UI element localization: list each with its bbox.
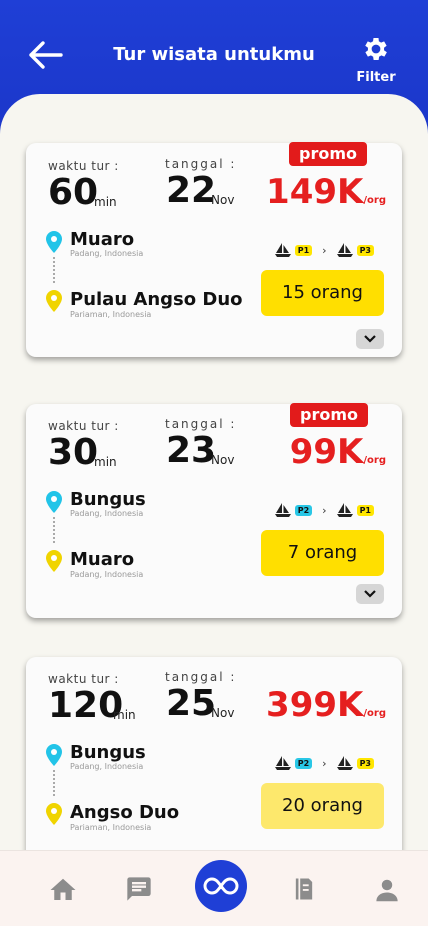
duration-unit: min (94, 195, 117, 209)
loop-icon (203, 877, 239, 895)
expand-button[interactable] (356, 329, 384, 349)
boat-route: P2 › P3 (274, 755, 374, 771)
boat-route: P2 › P1 (274, 502, 374, 518)
route-dots (53, 257, 55, 283)
date-label: tanggal : (165, 157, 237, 171)
pax-button[interactable]: 15 orang (261, 270, 384, 316)
gear-icon (365, 38, 387, 60)
duration-label: waktu tur : (48, 672, 119, 686)
route-badge: P1 (356, 504, 374, 516)
pax-button[interactable]: 20 orang (261, 783, 384, 829)
duration-label: waktu tur : (48, 419, 119, 433)
location-pin-icon (46, 491, 62, 513)
price: 399K/org (266, 688, 386, 722)
route-badge: P1 (294, 244, 313, 256)
boat-icon (336, 503, 353, 517)
date-label: tanggal : (165, 670, 237, 684)
route-dots (53, 517, 55, 543)
location-pin-icon (46, 231, 62, 253)
destination-name: Angso Duo (70, 802, 180, 823)
tour-card[interactable]: waktu tur : tanggal : 60 min 22 Nov prom… (26, 142, 402, 357)
chat-icon (127, 877, 151, 901)
chevron-down-icon (364, 335, 376, 343)
filter-button[interactable]: Filter (346, 34, 406, 85)
destination-region: Padang, Indonesia (70, 570, 144, 579)
location-pin-icon (46, 803, 62, 825)
duration-unit: min (94, 455, 117, 469)
boat-icon (336, 243, 353, 257)
origin-region: Padang, Indonesia (70, 509, 144, 518)
promo-badge: promo (289, 142, 367, 166)
location-pin-icon (46, 550, 62, 572)
chevron-right-icon: › (322, 503, 327, 517)
duration-value: 60 (48, 172, 99, 213)
filter-label: Filter (356, 70, 396, 85)
price-unit: /org (363, 195, 386, 206)
price-unit: /org (363, 708, 386, 719)
boat-route: P1 › P3 (274, 242, 374, 258)
boat-icon (274, 756, 291, 770)
duration-label: waktu tur : (48, 159, 119, 173)
nav-center-button[interactable] (195, 860, 247, 912)
nav-chat[interactable] (125, 875, 155, 905)
date-label: tanggal : (165, 417, 237, 431)
tour-card[interactable]: waktu tur : tanggal : 30 min 23 Nov prom… (26, 403, 402, 618)
date-day: 23 (166, 430, 217, 471)
duration-value: 30 (48, 432, 99, 473)
destination-region: Pariaman, Indonesia (70, 823, 152, 832)
location-pin-icon (46, 290, 62, 312)
boat-icon (274, 243, 291, 257)
chevron-right-icon: › (322, 243, 327, 257)
route-dots (53, 770, 55, 796)
price-unit: /org (363, 455, 386, 466)
date-month: Nov (211, 706, 235, 720)
route-badge: P3 (356, 757, 374, 769)
pax-button[interactable]: 7 orang (261, 530, 384, 576)
duration-unit: min (113, 708, 136, 722)
route-badge: P2 (294, 757, 313, 769)
ticket-icon (295, 878, 313, 900)
origin-region: Padang, Indonesia (70, 249, 144, 258)
nav-profile[interactable] (372, 875, 402, 905)
chevron-right-icon: › (322, 756, 327, 770)
origin-region: Padang, Indonesia (70, 762, 144, 771)
date-day: 22 (166, 170, 217, 211)
date-month: Nov (211, 193, 235, 207)
destination-name: Muaro (70, 549, 135, 570)
chevron-down-icon (364, 590, 376, 598)
expand-button[interactable] (356, 584, 384, 604)
origin-name: Muaro (70, 229, 135, 250)
date-month: Nov (211, 453, 235, 467)
price-value: 99K (289, 432, 364, 472)
price-value: 149K (266, 172, 364, 212)
date-day: 25 (166, 683, 217, 724)
bottom-nav (0, 850, 428, 926)
nav-home[interactable] (48, 875, 78, 905)
home-icon (50, 878, 76, 900)
price-value: 399K (266, 685, 364, 725)
destination-name: Pulau Angso Duo (70, 289, 243, 310)
price: 99K/org (290, 435, 386, 469)
origin-name: Bungus (70, 489, 146, 510)
tour-card[interactable]: waktu tur : tanggal : 120 min 25 Nov 399… (26, 657, 402, 871)
profile-icon (376, 879, 398, 902)
route-badge: P3 (356, 244, 374, 256)
nav-ticket[interactable] (290, 875, 320, 905)
location-pin-icon (46, 744, 62, 766)
price: 149K/org (266, 175, 386, 209)
destination-region: Pariaman, Indonesia (70, 310, 152, 319)
origin-name: Bungus (70, 742, 146, 763)
route-badge: P2 (294, 504, 313, 516)
promo-badge: promo (290, 403, 368, 427)
boat-icon (336, 756, 353, 770)
duration-value: 120 (48, 685, 124, 726)
boat-icon (274, 503, 291, 517)
